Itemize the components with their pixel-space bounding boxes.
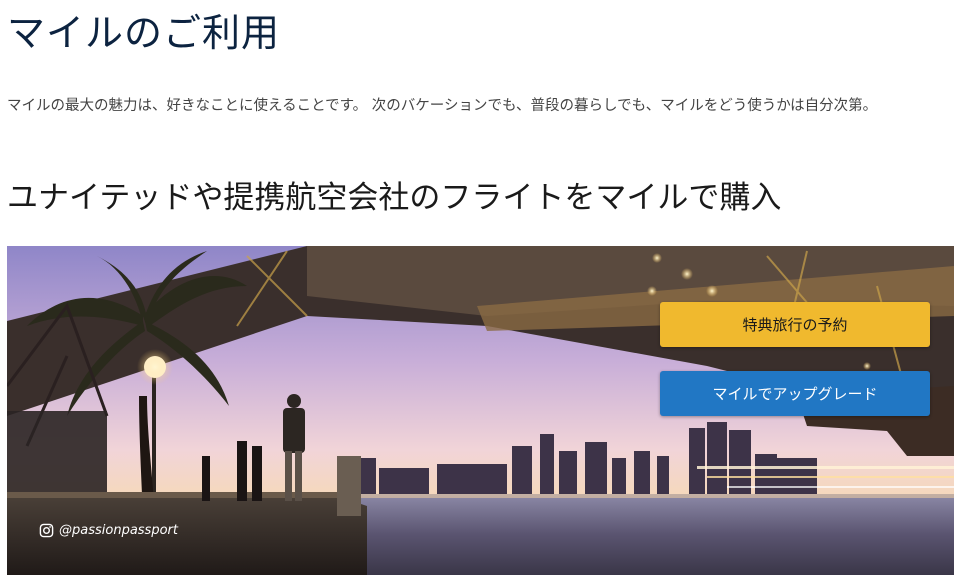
upgrade-with-miles-button[interactable]: マイルでアップグレード	[660, 371, 930, 416]
section-title: ユナイテッドや提携航空会社のフライトをマイルで購入	[7, 180, 782, 216]
photo-credit-label: @passionpassport	[59, 523, 178, 538]
hero-banner: 特典旅行の予約 マイルでアップグレード @passionpassport	[7, 246, 954, 575]
page-title: マイルのご利用	[7, 11, 281, 55]
instagram-icon	[39, 523, 54, 538]
photo-credit: @passionpassport	[39, 523, 178, 538]
award-travel-button[interactable]: 特典旅行の予約	[660, 302, 930, 347]
intro-text: マイルの最大の魅力は、好きなことに使えることです。 次のバケーションでも、普段の…	[7, 98, 878, 114]
